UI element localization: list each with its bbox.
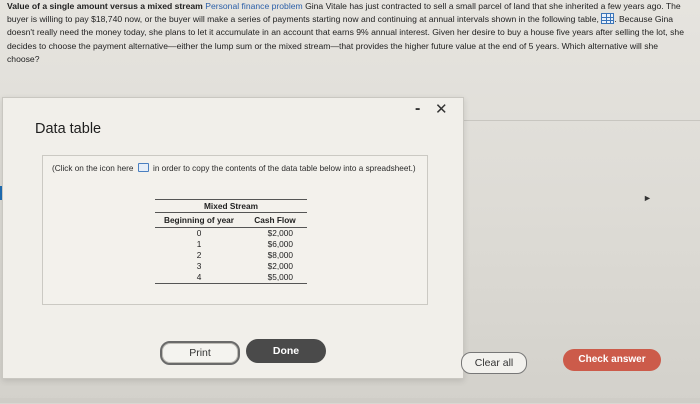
close-icon[interactable]: ✕ — [435, 100, 448, 118]
table-icon[interactable] — [601, 13, 615, 25]
year-cell: 1 — [196, 239, 202, 249]
problem-title: Value of a single amount versus a mixed … — [7, 1, 203, 11]
copy-icon[interactable] — [137, 163, 149, 172]
done-button[interactable]: Done — [246, 339, 326, 363]
cursor-icon: ► — [643, 193, 652, 203]
problem-category: Personal finance problem — [205, 1, 303, 11]
problem-statement: Value of a single amount versus a mixed … — [7, 0, 687, 66]
table-row: 4 $5,000 — [155, 272, 307, 284]
mixed-stream-table: Mixed Stream Beginning of year Cash Flow… — [155, 199, 307, 284]
column-header-year: Beginning of year — [155, 212, 243, 228]
cash-flow-cell: $8,000 — [267, 250, 293, 260]
table-row: 2 $8,000 — [155, 250, 307, 261]
cash-flow-cell: $2,000 — [267, 261, 293, 271]
copy-note-part2: in order to copy the contents of the dat… — [153, 164, 416, 173]
cash-flow-cell: $6,000 — [267, 239, 293, 249]
table-row: 3 $2,000 — [155, 261, 307, 272]
cash-flow-cell: $5,000 — [243, 272, 307, 284]
year-cell: 4 — [155, 272, 243, 284]
copy-note-part1: (Click on the icon here — [52, 164, 134, 173]
bottom-divider — [0, 398, 700, 403]
data-table-dialog: Data table - ✕ (Click on the icon here i… — [2, 97, 464, 379]
dialog-title: Data table — [35, 121, 102, 137]
table-row: 1 $6,000 — [155, 239, 307, 250]
page-background: Value of a single amount versus a mixed … — [0, 0, 700, 403]
table-caption: Mixed Stream — [155, 199, 307, 213]
print-button[interactable]: Print — [160, 341, 240, 365]
year-cell: 3 — [196, 261, 202, 271]
year-cell: 0 — [196, 228, 202, 238]
check-answer-button[interactable]: Check answer — [563, 349, 661, 371]
cash-flow-cell: $2,000 — [267, 228, 293, 238]
column-header-cash-flow: Cash Flow — [243, 212, 307, 228]
year-cell: 2 — [196, 250, 202, 260]
minimize-icon[interactable]: - — [415, 100, 420, 118]
copy-instructions: (Click on the icon here in order to copy… — [52, 163, 422, 175]
data-table-panel: (Click on the icon here in order to copy… — [42, 155, 428, 305]
clear-all-button[interactable]: Clear all — [461, 352, 527, 374]
table-row: 0 $2,000 — [155, 228, 307, 240]
